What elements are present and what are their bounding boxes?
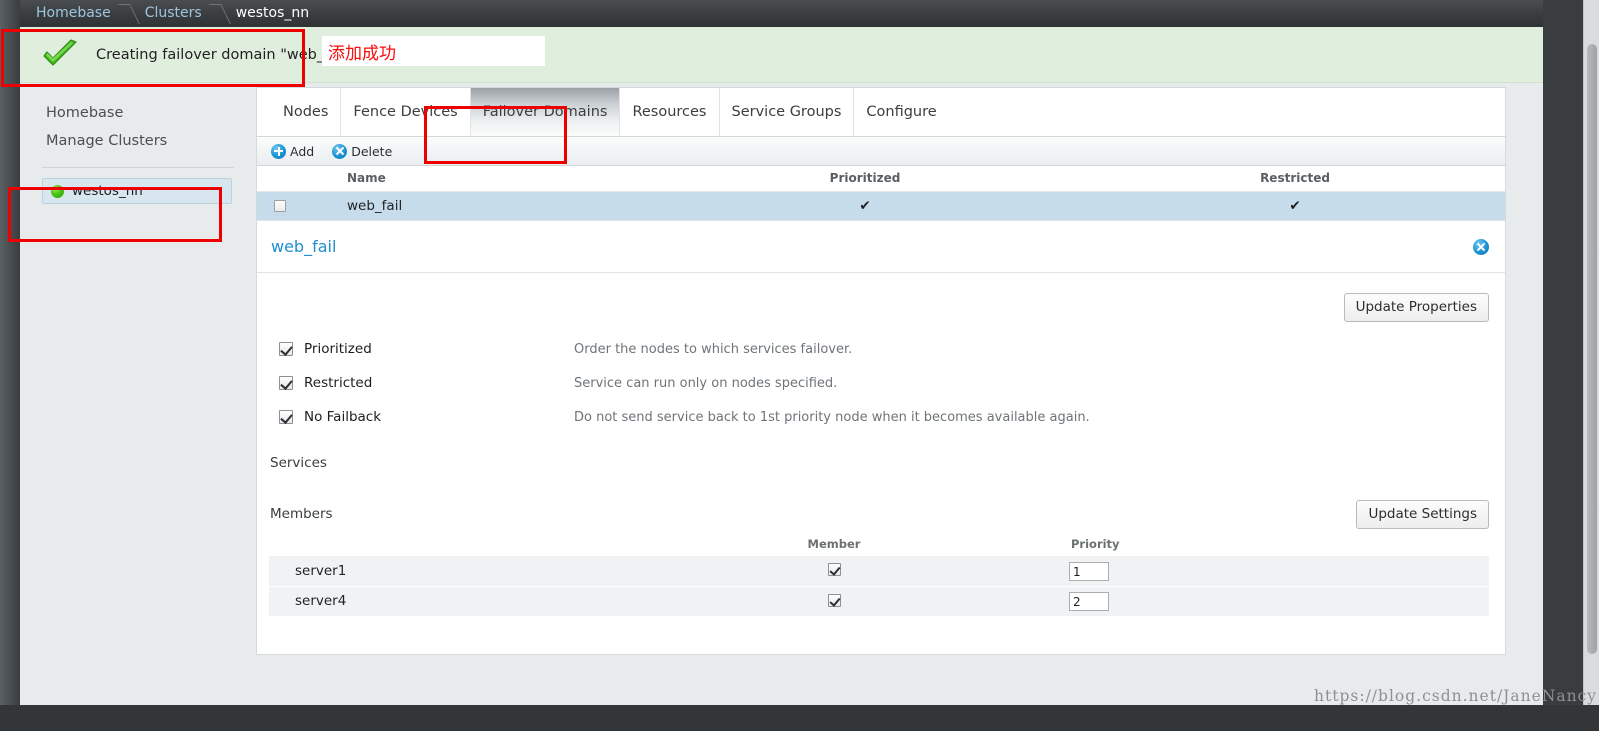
- status-dot-icon: [51, 184, 64, 198]
- delete-x-icon: [332, 143, 348, 159]
- tab-fence-devices[interactable]: Fence Devices: [341, 88, 471, 136]
- members-header-priority: Priority: [1071, 537, 1120, 551]
- sidebar-item-manage-clusters[interactable]: Manage Clusters: [20, 127, 256, 155]
- row-checkbox[interactable]: [274, 200, 286, 212]
- tab-configure[interactable]: Configure: [854, 88, 948, 136]
- member-checkbox-cell[interactable]: [599, 556, 1069, 587]
- tab-nodes[interactable]: Nodes: [271, 88, 342, 136]
- services-label: Services: [270, 455, 327, 471]
- member-checkbox[interactable]: [827, 563, 841, 577]
- header-restricted: Restricted: [1085, 166, 1505, 192]
- table-row[interactable]: web_fail ✔ ✔: [257, 191, 1505, 221]
- member-name: server1: [269, 556, 599, 587]
- success-banner-message: Creating failover domain "web_fail": [96, 46, 353, 63]
- success-banner: Creating failover domain "web_fail": [20, 27, 1543, 83]
- update-settings-button[interactable]: Update Settings: [1356, 499, 1489, 529]
- members-header-name: [269, 536, 599, 556]
- prioritized-checkbox[interactable]: [279, 342, 293, 356]
- tab-resources[interactable]: Resources: [620, 88, 720, 136]
- row-restricted: ✔: [1289, 198, 1301, 214]
- option-restricted[interactable]: Restricted Service can run only on nodes…: [269, 366, 1489, 400]
- row-name[interactable]: web_fail: [303, 192, 645, 221]
- add-button-label: Add: [290, 143, 315, 159]
- annotation-note-box: 添加成功: [322, 36, 545, 66]
- header-prioritized: Prioritized: [645, 166, 1085, 192]
- vertical-scrollbar[interactable]: [1583, 0, 1599, 731]
- close-icon[interactable]: [1473, 238, 1489, 255]
- watermark-url: https://blog.csdn.net/JaneNancy: [1314, 687, 1597, 705]
- sidebar-item-westos-nn[interactable]: westos_nn: [42, 178, 232, 204]
- members-label: Members: [270, 506, 333, 522]
- row-select-cell[interactable]: [257, 192, 303, 221]
- update-properties-button[interactable]: Update Properties: [1343, 293, 1489, 322]
- breadcrumb: Homebase Clusters westos_nn: [20, 0, 1543, 27]
- restricted-checkbox[interactable]: [279, 376, 293, 390]
- detail-header: web_fail: [257, 220, 1505, 273]
- tab-failover-domains[interactable]: Failover Domains: [470, 88, 621, 136]
- prioritized-description: Order the nodes to which services failov…: [574, 341, 853, 357]
- priority-input[interactable]: [1069, 562, 1109, 581]
- no-failback-checkbox[interactable]: [279, 410, 293, 424]
- update-properties-row: Update Properties: [269, 273, 1489, 322]
- tab-bar: Nodes Fence Devices Failover Domains Res…: [257, 88, 1505, 137]
- member-priority-cell[interactable]: [1069, 556, 1489, 587]
- prioritized-label: Prioritized: [304, 341, 372, 357]
- tab-service-groups[interactable]: Service Groups: [720, 88, 855, 136]
- option-no-failback[interactable]: No Failback Do not send service back to …: [269, 400, 1489, 434]
- header-select: [257, 166, 303, 192]
- scrollbar-thumb[interactable]: [1587, 44, 1597, 654]
- delete-button-label: Delete: [351, 143, 393, 159]
- priority-input[interactable]: [1069, 592, 1109, 612]
- detail-title[interactable]: web_fail: [271, 237, 336, 256]
- breadcrumb-separator-icon: [208, 0, 230, 27]
- cluster-card: Nodes Fence Devices Failover Domains Res…: [256, 87, 1506, 655]
- member-checkbox-cell[interactable]: [599, 586, 1069, 617]
- sidebar-item-homebase[interactable]: Homebase: [20, 99, 256, 127]
- green-check-icon: [40, 38, 80, 72]
- success-banner-inner: Creating failover domain "web_fail": [28, 38, 353, 72]
- left-gutter: [0, 0, 20, 705]
- sidebar: Homebase Manage Clusters westos_nn: [20, 83, 256, 705]
- no-failback-description: Do not send service back to 1st priority…: [574, 409, 1090, 425]
- member-priority-cell[interactable]: [1069, 586, 1489, 617]
- breadcrumb-item-westos-nn[interactable]: westos_nn: [230, 0, 315, 27]
- breadcrumb-item-homebase[interactable]: Homebase: [30, 0, 117, 27]
- table-row[interactable]: server4: [269, 586, 1489, 617]
- members-header-member: Member: [807, 537, 861, 551]
- content-area: Nodes Fence Devices Failover Domains Res…: [256, 83, 1543, 705]
- failover-domains-table: Name Prioritized Restricted web_fail ✔ ✔: [257, 166, 1505, 220]
- restricted-label: Restricted: [304, 375, 373, 391]
- members-table: Member Priority server1 1 server4 2: [269, 536, 1489, 617]
- row-prioritized: ✔: [859, 198, 871, 214]
- members-header: Members Update Settings: [269, 494, 1489, 534]
- right-dark-strip: [1543, 0, 1583, 705]
- member-checkbox[interactable]: [827, 593, 841, 607]
- members-header-row: Member Priority: [269, 536, 1489, 556]
- member-name: server4: [269, 586, 599, 617]
- page-root: Homebase Clusters westos_nn Creating fai…: [0, 0, 1599, 731]
- breadcrumb-separator-icon: [117, 0, 139, 27]
- sidebar-divider: [42, 167, 234, 168]
- header-name: Name: [303, 166, 645, 192]
- sidebar-cluster-label: westos_nn: [72, 183, 143, 199]
- restricted-description: Service can run only on nodes specified.: [574, 375, 838, 391]
- body-area: Homebase Manage Clusters westos_nn Nodes…: [20, 83, 1543, 705]
- plus-icon: [271, 143, 286, 159]
- footer-bar: [0, 705, 1599, 731]
- app-viewport: Homebase Clusters westos_nn Creating fai…: [20, 0, 1543, 705]
- detail-body: Update Properties Prioritized Order the …: [257, 273, 1505, 617]
- table-header-row: Name Prioritized Restricted: [257, 166, 1505, 192]
- delete-button[interactable]: Delete: [332, 143, 393, 159]
- table-row[interactable]: server1: [269, 556, 1489, 587]
- option-prioritized[interactable]: Prioritized Order the nodes to which ser…: [269, 332, 1489, 366]
- add-button[interactable]: Add: [271, 143, 315, 159]
- domains-toolbar: Add Delete: [257, 137, 1505, 166]
- annotation-note-text: 添加成功: [328, 43, 396, 64]
- no-failback-label: No Failback: [304, 409, 382, 425]
- breadcrumb-item-clusters[interactable]: Clusters: [139, 0, 208, 27]
